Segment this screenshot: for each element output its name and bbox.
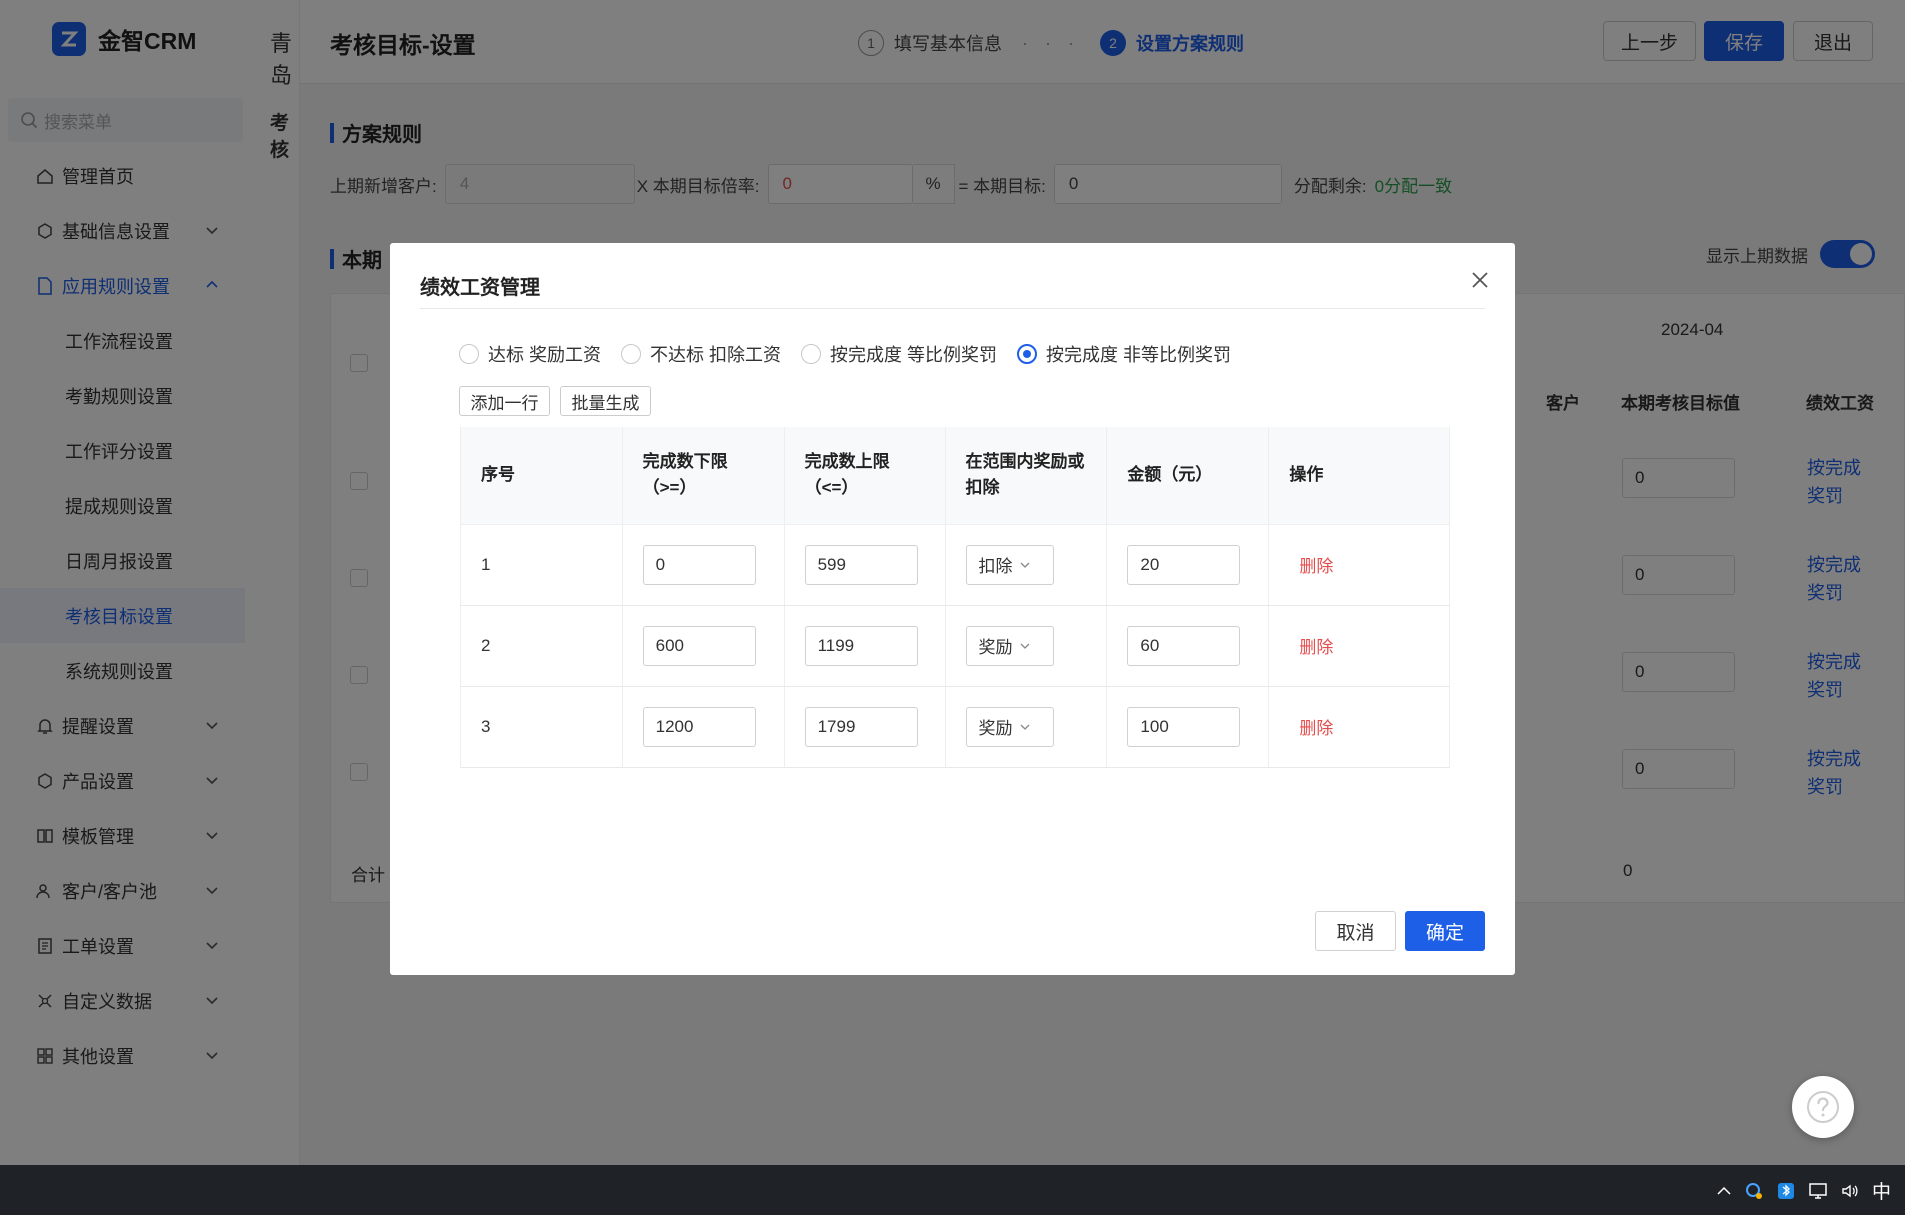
modal-divider bbox=[420, 308, 1485, 309]
select-value: 奖励 bbox=[978, 719, 1013, 738]
row-index: 3 bbox=[460, 686, 623, 768]
add-row-button[interactable]: 添加一行 bbox=[459, 386, 550, 416]
col-amount: 金额（元） bbox=[1106, 427, 1270, 525]
upper-limit-input[interactable]: 1799 bbox=[804, 706, 918, 747]
network-icon[interactable] bbox=[1808, 1181, 1828, 1201]
col-index: 序号 bbox=[460, 427, 623, 525]
col-upper-limit: 完成数上限（<=） bbox=[784, 427, 946, 525]
delete-row-button[interactable]: 删除 bbox=[1289, 557, 1333, 576]
lower-limit-input[interactable]: 1200 bbox=[642, 706, 756, 747]
amount-input[interactable]: 60 bbox=[1127, 625, 1241, 666]
col-lower-limit: 完成数下限（>=） bbox=[622, 427, 785, 525]
radio-circle bbox=[801, 344, 822, 364]
row-index: 1 bbox=[460, 524, 623, 606]
radio-proportional[interactable]: 按完成度 等比例奖罚 bbox=[801, 341, 997, 367]
chevron-down-icon bbox=[1020, 724, 1030, 730]
question-icon bbox=[1807, 1091, 1839, 1123]
lower-limit-input[interactable]: 600 bbox=[642, 625, 756, 666]
radio-reach-reward[interactable]: 达标 奖励工资 bbox=[459, 341, 601, 367]
performance-salary-modal: 绩效工资管理 达标 奖励工资 不达标 扣除工资 按完成度 等比例奖罚 按完成度 … bbox=[390, 243, 1515, 975]
radio-miss-deduct[interactable]: 不达标 扣除工资 bbox=[621, 341, 781, 367]
delete-row-button[interactable]: 删除 bbox=[1289, 719, 1333, 738]
select-value: 奖励 bbox=[978, 638, 1013, 657]
table-row: 1 0 599 扣除 20 删除 bbox=[460, 524, 1450, 606]
system-tray: 中 bbox=[1716, 1177, 1891, 1204]
radio-label: 按完成度 非等比例奖罚 bbox=[1046, 345, 1232, 365]
lower-limit-input[interactable]: 0 bbox=[642, 544, 756, 585]
reward-type-select[interactable]: 扣除 bbox=[965, 544, 1054, 585]
table-header-row: 序号 完成数下限（>=） 完成数上限（<=） 在范围内奖励或扣除 金额（元） 操… bbox=[460, 427, 1450, 525]
col-reward-type: 在范围内奖励或扣除 bbox=[945, 427, 1108, 525]
chevron-down-icon bbox=[1020, 562, 1030, 568]
confirm-button[interactable]: 确定 bbox=[1405, 911, 1485, 951]
delete-row-button[interactable]: 删除 bbox=[1289, 638, 1333, 657]
cancel-button[interactable]: 取消 bbox=[1315, 911, 1396, 951]
reward-mode-radio-group: 达标 奖励工资 不达标 扣除工资 按完成度 等比例奖罚 按完成度 非等比例奖罚 bbox=[459, 341, 1251, 367]
radio-circle bbox=[621, 344, 642, 364]
close-icon[interactable] bbox=[1467, 267, 1493, 293]
radio-circle bbox=[459, 344, 479, 364]
chevron-up-icon[interactable] bbox=[1716, 1183, 1732, 1199]
upper-limit-input[interactable]: 599 bbox=[804, 544, 918, 585]
batch-generate-button[interactable]: 批量生成 bbox=[560, 386, 651, 416]
radio-non-proportional[interactable]: 按完成度 非等比例奖罚 bbox=[1017, 341, 1231, 367]
rule-table: 序号 完成数下限（>=） 完成数上限（<=） 在范围内奖励或扣除 金额（元） 操… bbox=[460, 427, 1450, 768]
ime-indicator[interactable]: 中 bbox=[1872, 1177, 1891, 1204]
radio-label: 按完成度 等比例奖罚 bbox=[830, 345, 998, 365]
chevron-down-icon bbox=[1020, 643, 1030, 649]
radio-circle-selected bbox=[1017, 344, 1038, 364]
amount-input[interactable]: 100 bbox=[1127, 706, 1241, 747]
radio-label: 不达标 扣除工资 bbox=[650, 345, 782, 365]
bluetooth-tray-icon[interactable] bbox=[1776, 1181, 1796, 1201]
volume-icon[interactable] bbox=[1840, 1181, 1860, 1201]
upper-limit-input[interactable]: 1199 bbox=[804, 625, 918, 666]
col-action: 操作 bbox=[1268, 427, 1450, 525]
select-value: 扣除 bbox=[978, 557, 1013, 576]
row-index: 2 bbox=[460, 605, 623, 687]
modal-title: 绩效工资管理 bbox=[420, 277, 540, 299]
table-row: 3 1200 1799 奖励 100 删除 bbox=[460, 686, 1450, 768]
amount-input[interactable]: 20 bbox=[1127, 544, 1241, 585]
table-row: 2 600 1199 奖励 60 删除 bbox=[460, 605, 1450, 687]
radio-label: 达标 奖励工资 bbox=[488, 345, 602, 365]
reward-type-select[interactable]: 奖励 bbox=[965, 706, 1054, 747]
os-taskbar: 中 bbox=[0, 1165, 1905, 1215]
help-button[interactable] bbox=[1792, 1076, 1854, 1138]
app-tray-icon[interactable] bbox=[1744, 1181, 1764, 1201]
reward-type-select[interactable]: 奖励 bbox=[965, 625, 1054, 666]
